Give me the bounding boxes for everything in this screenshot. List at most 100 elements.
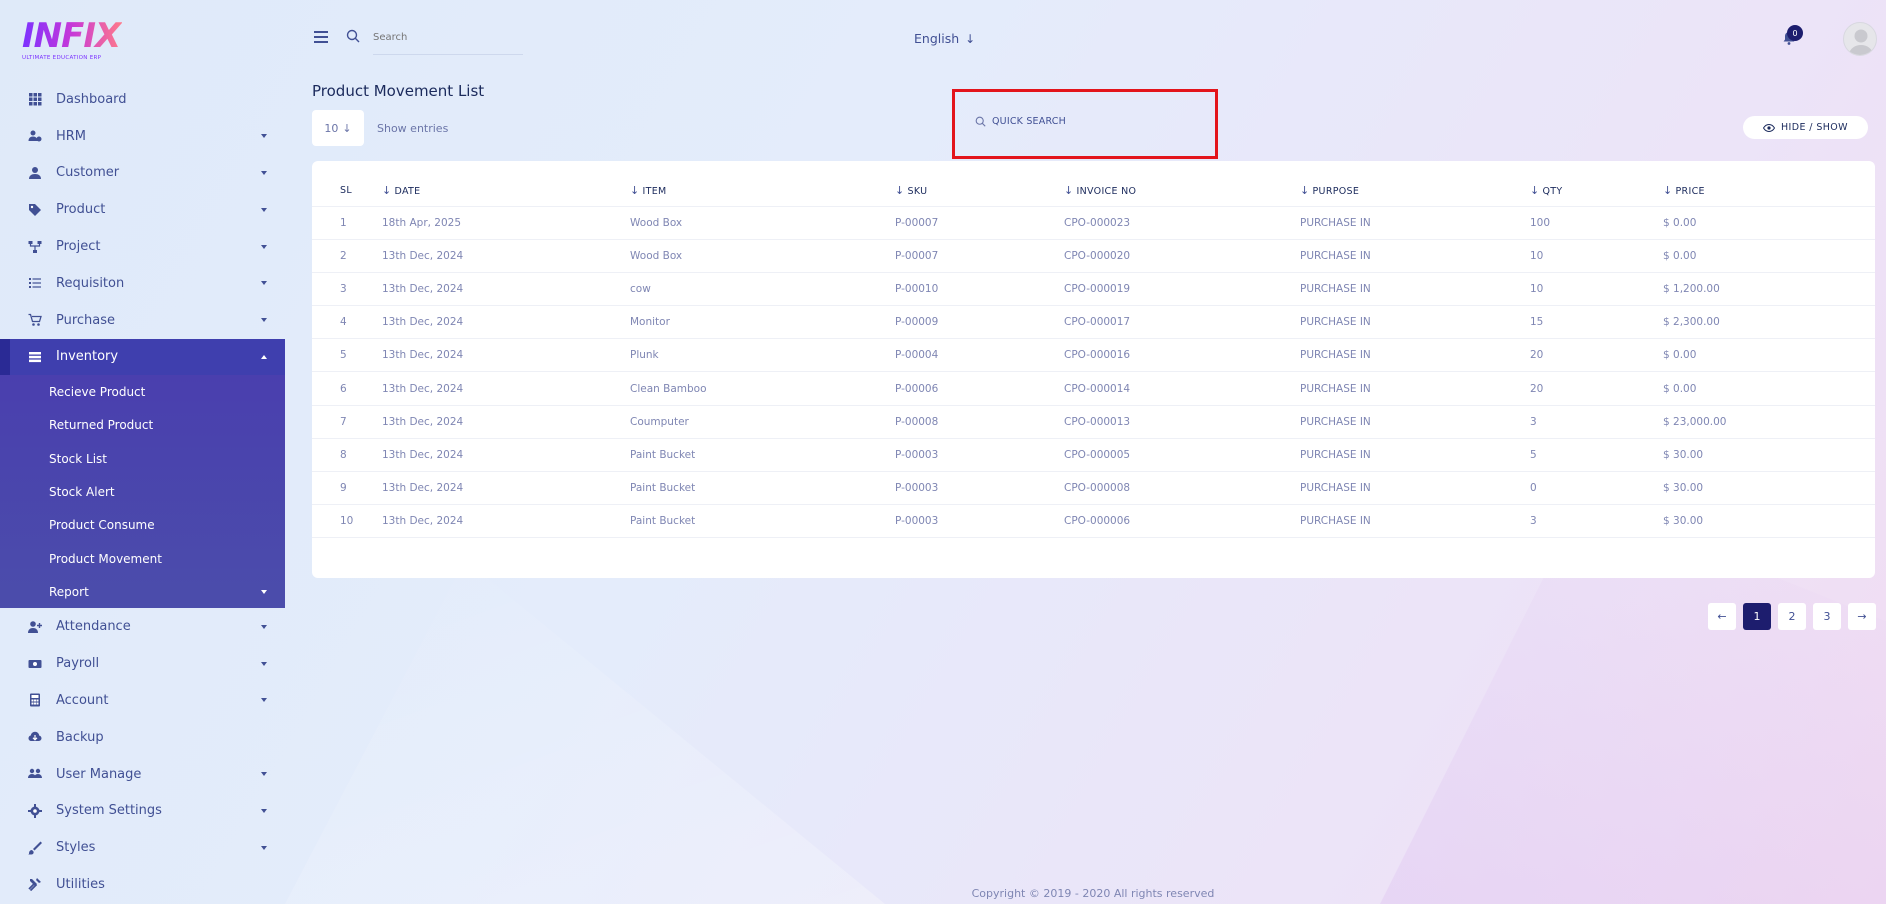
table-cell-item: Wood Box (630, 206, 895, 240)
table-row[interactable]: 10 13th Dec, 2024 Paint Bucket P-00003 CPO-0… (312, 504, 1875, 539)
sort-arrow-icon: ↓ (1064, 183, 1074, 197)
quick-search-box[interactable] (952, 89, 1218, 159)
sidebar-item-dashboard[interactable]: Dashboard (0, 81, 285, 118)
hide-show-button[interactable]: HIDE / SHOW (1743, 116, 1868, 139)
eye-icon (1763, 123, 1776, 132)
table-cell-invoice-no: CPO-000016 (1064, 338, 1300, 373)
table-cell-price: $ 23,000.00 (1663, 405, 1875, 439)
column-header-sku[interactable]: ↓ SKU (895, 175, 1064, 207)
table-row[interactable]: 9 13th Dec, 2024 Paint Bucket P-00003 CPO-00… (312, 471, 1875, 506)
sidebar-item-customer[interactable]: Customer (0, 155, 285, 192)
search-input[interactable] (373, 28, 513, 46)
column-header-sl[interactable]: SL (312, 175, 382, 207)
column-header-invoice-no[interactable]: ↓ INVOICE NO (1064, 175, 1300, 207)
sidebar-item-attendance[interactable]: Attendance (0, 608, 285, 645)
sidebar-subitem-label: Stock List (49, 451, 108, 466)
sidebar-item-backup[interactable]: Backup (0, 719, 285, 756)
table-row[interactable]: 2 13th Dec, 2024 Wood Box P-00007 CPO-000020… (312, 239, 1875, 273)
table-cell-invoice-no: CPO-000013 (1064, 405, 1300, 439)
sidebar-subitem-recieve-product[interactable]: Recieve Product (0, 375, 285, 408)
table-cell-date: 18th Apr, 2025 (382, 206, 630, 240)
entries-select[interactable]: 10 ↓ (312, 110, 364, 146)
sidebar-subitem-stock-list[interactable]: Stock List (0, 442, 285, 475)
sidebar-item-system-settings[interactable]: System Settings (0, 792, 285, 829)
table-cell-date: 13th Dec, 2024 (382, 471, 630, 506)
table-row[interactable]: 1 18th Apr, 2025 Wood Box P-00007 CPO-000023… (312, 206, 1875, 240)
sidebar-item-styles[interactable]: Styles (0, 829, 285, 866)
table-cell-sl: 8 (312, 438, 382, 473)
table-cell-sl: 9 (312, 471, 382, 506)
logo[interactable]: INFIX ULTIMATE EDUCATION ERP (22, 18, 122, 64)
pagination-next-button[interactable]: → (1848, 603, 1876, 630)
table-cell-sl: 2 (312, 239, 382, 273)
table-cell-price: $ 30.00 (1663, 438, 1875, 473)
sidebar-subitem-report[interactable]: Report (0, 575, 285, 608)
pagination-prev-button[interactable]: ← (1708, 603, 1736, 630)
sidebar-subitem-label: Stock Alert (49, 484, 115, 499)
sidebar-subitem-stock-alert[interactable]: Stock Alert (0, 475, 285, 508)
table-cell-item: Paint Bucket (630, 504, 895, 539)
table-cell-sku: P-00003 (895, 504, 1064, 539)
column-header-qty[interactable]: ↓ QTY (1530, 175, 1663, 207)
sidebar-item-user-manage[interactable]: User Manage (0, 756, 285, 793)
column-header-purpose[interactable]: ↓ PURPOSE (1300, 175, 1530, 207)
column-header-date[interactable]: ↓ DATE (382, 175, 630, 207)
sort-arrow-icon: ↓ (1530, 183, 1540, 197)
table-cell-invoice-no: CPO-000014 (1064, 371, 1300, 406)
table-row[interactable]: 7 13th Dec, 2024 Coumputer P-00008 CPO-00001… (312, 405, 1875, 439)
sort-arrow-icon: ↓ (895, 183, 905, 197)
table-cell-sl: 3 (312, 272, 382, 307)
sidebar-item-product[interactable]: Product (0, 191, 285, 228)
table-cell-sku: P-00007 (895, 206, 1064, 240)
sidebar-subitem-product-movement[interactable]: Product Movement (0, 542, 285, 575)
caret-down-icon (261, 772, 267, 777)
sidebar-item-account[interactable]: Account (0, 682, 285, 719)
table-cell-qty: 10 (1530, 272, 1663, 307)
cloud-download-icon (28, 732, 42, 742)
pagination-page-3[interactable]: 3 (1813, 603, 1841, 630)
language-label: English (914, 31, 960, 46)
column-header-label: QTY (1542, 185, 1563, 197)
sidebar-item-inventory[interactable]: Inventory (0, 338, 285, 376)
table-cell-price: $ 0.00 (1663, 371, 1875, 406)
sidebar-subitem-returned-product[interactable]: Returned Product (0, 409, 285, 442)
table-cell-sl: 10 (312, 504, 382, 539)
caret-down-icon (261, 661, 267, 666)
hamburger-menu-icon[interactable] (314, 31, 328, 43)
column-header-price[interactable]: ↓ PRICE (1663, 175, 1875, 207)
user-avatar-icon (1848, 29, 1874, 55)
table-row[interactable]: 8 13th Dec, 2024 Paint Bucket P-00003 CPO-00… (312, 438, 1875, 473)
table-row[interactable]: 6 13th Dec, 2024 Clean Bamboo P-00006 CPO-00… (312, 371, 1875, 406)
table-cell-purpose: PURCHASE IN (1300, 239, 1530, 273)
project-diagram-icon (28, 240, 42, 253)
sidebar-item-project[interactable]: Project (0, 228, 285, 265)
search-underline (373, 54, 523, 55)
search-icon (346, 29, 360, 43)
sidebar-item-purchase[interactable]: Purchase (0, 302, 285, 339)
sidebar-item-payroll[interactable]: Payroll (0, 645, 285, 682)
column-header-item[interactable]: ↓ ITEM (630, 175, 895, 207)
search-icon (975, 116, 986, 127)
pagination-page-1[interactable]: 1 (1743, 603, 1771, 630)
table-cell-item: cow (630, 272, 895, 307)
table-cell-invoice-no: CPO-000017 (1064, 305, 1300, 340)
table-row[interactable]: 4 13th Dec, 2024 Monitor P-00009 CPO-000017 P… (312, 305, 1875, 340)
sidebar-item-hrm[interactable]: HRM (0, 118, 285, 155)
table-cell-sl: 5 (312, 338, 382, 373)
table-row[interactable]: 5 13th Dec, 2024 Plunk P-00004 CPO-000016 PUR… (312, 338, 1875, 373)
gear-icon (28, 803, 42, 818)
quick-search-input[interactable] (992, 116, 1192, 127)
language-selector[interactable]: English ↓ (914, 31, 975, 46)
sidebar-subitem-product-consume[interactable]: Product Consume (0, 509, 285, 542)
sidebar-item-label: Styles (56, 840, 96, 856)
caret-down-icon (261, 845, 267, 850)
table-row[interactable]: 3 13th Dec, 2024 cow P-00010 CPO-000019 PURCH… (312, 272, 1875, 307)
hide-show-label: HIDE / SHOW (1781, 122, 1848, 133)
avatar[interactable] (1843, 22, 1877, 56)
table-cell-item: Paint Bucket (630, 471, 895, 506)
table-cell-date: 13th Dec, 2024 (382, 371, 630, 406)
table-cell-item: Clean Bamboo (630, 371, 895, 406)
sidebar-item-requisiton[interactable]: Requisiton (0, 265, 285, 302)
table-cell-purpose: PURCHASE IN (1300, 471, 1530, 506)
pagination-page-2[interactable]: 2 (1778, 603, 1806, 630)
